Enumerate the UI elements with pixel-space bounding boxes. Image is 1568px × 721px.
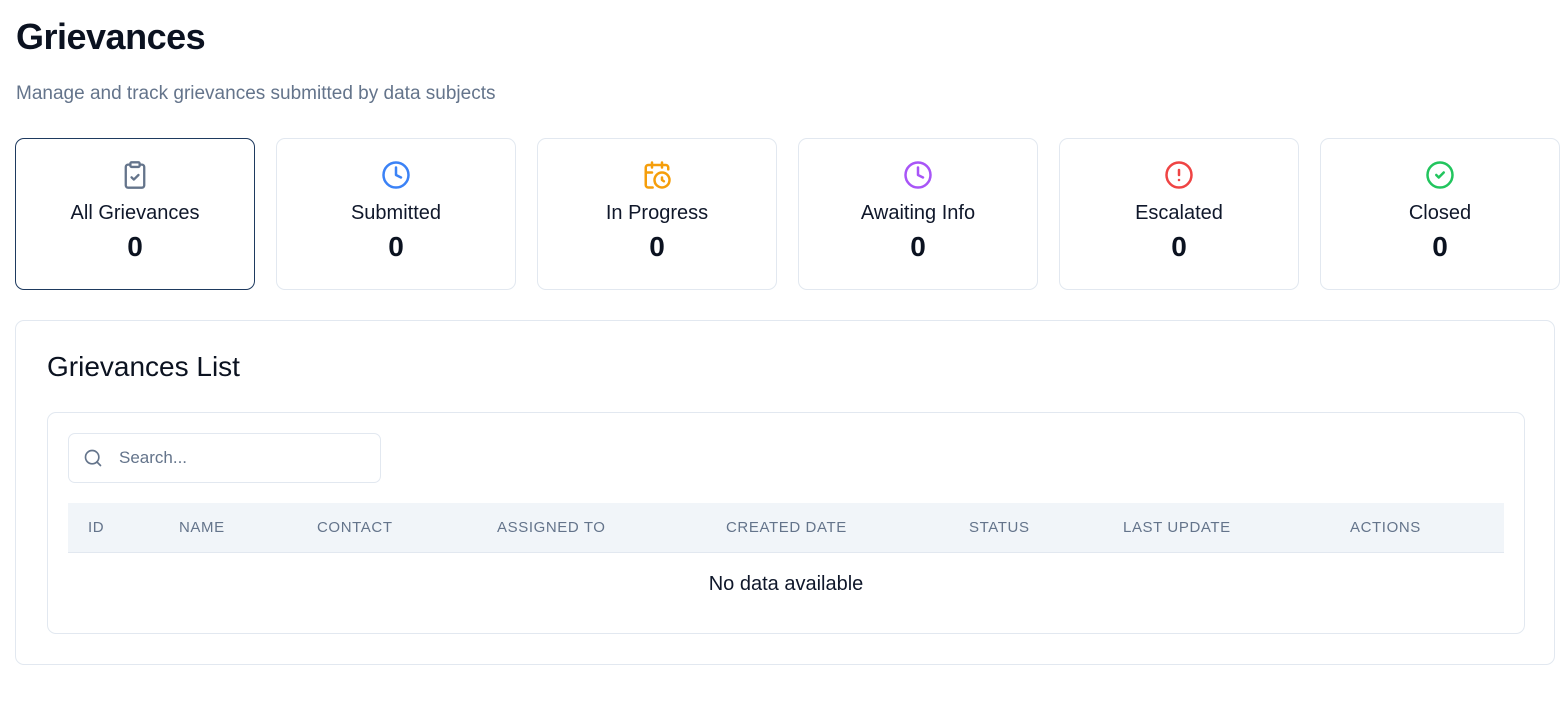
clock-icon	[903, 160, 933, 190]
table-header: ID NAME CONTACT ASSIGNED TO CREATED DATE…	[68, 503, 1504, 553]
card-in-progress[interactable]: In Progress 0	[537, 138, 777, 290]
page-title: Grievances	[16, 16, 206, 57]
card-submitted[interactable]: Submitted 0	[276, 138, 516, 290]
card-count: 0	[127, 231, 143, 262]
card-label: Awaiting Info	[860, 202, 976, 224]
card-awaiting-info[interactable]: Awaiting Info 0	[798, 138, 1038, 290]
column-header-id[interactable]: ID	[88, 503, 104, 553]
column-header-assigned-to[interactable]: ASSIGNED TO	[497, 503, 606, 553]
alert-circle-icon	[1164, 160, 1194, 190]
grievances-page: Grievances Manage and track grievances s…	[0, 0, 1568, 721]
card-label: All Grievances	[70, 202, 200, 224]
column-header-created-date[interactable]: CREATED DATE	[726, 503, 847, 553]
card-label: Submitted	[350, 202, 442, 224]
card-all-grievances[interactable]: All Grievances 0	[15, 138, 255, 290]
column-header-contact[interactable]: CONTACT	[317, 503, 393, 553]
card-escalated[interactable]: Escalated 0	[1059, 138, 1299, 290]
card-count: 0	[649, 231, 665, 262]
column-header-actions: ACTIONS	[1350, 519, 1421, 536]
status-cards: All Grievances 0 Submitted 0 In Progress…	[15, 138, 1560, 290]
list-title: Grievances List	[47, 351, 240, 382]
card-label: Closed	[1408, 202, 1472, 224]
search-icon	[83, 447, 105, 469]
clock-icon	[381, 160, 411, 190]
clipboard-check-icon	[120, 160, 150, 190]
grievances-list-panel: Grievances List ID NAME CONTACT ASSIGNED…	[15, 320, 1555, 665]
column-header-name[interactable]: NAME	[179, 503, 225, 553]
calendar-clock-icon	[642, 160, 672, 190]
card-count: 0	[388, 231, 404, 262]
page-subtitle: Manage and track grievances submitted by…	[16, 83, 496, 104]
check-circle-icon	[1425, 160, 1455, 190]
card-label: Escalated	[1135, 202, 1223, 224]
empty-state-message: No data available	[708, 573, 864, 595]
search-input[interactable]	[119, 448, 359, 468]
column-header-status[interactable]: STATUS	[969, 503, 1030, 553]
card-count: 0	[1432, 231, 1448, 262]
column-header-last-update[interactable]: LAST UPDATE	[1123, 503, 1231, 553]
card-count: 0	[910, 231, 926, 262]
search-box	[68, 433, 381, 483]
card-count: 0	[1171, 231, 1187, 262]
card-closed[interactable]: Closed 0	[1320, 138, 1560, 290]
card-label: In Progress	[605, 202, 709, 224]
table-container: ID NAME CONTACT ASSIGNED TO CREATED DATE…	[47, 412, 1525, 634]
